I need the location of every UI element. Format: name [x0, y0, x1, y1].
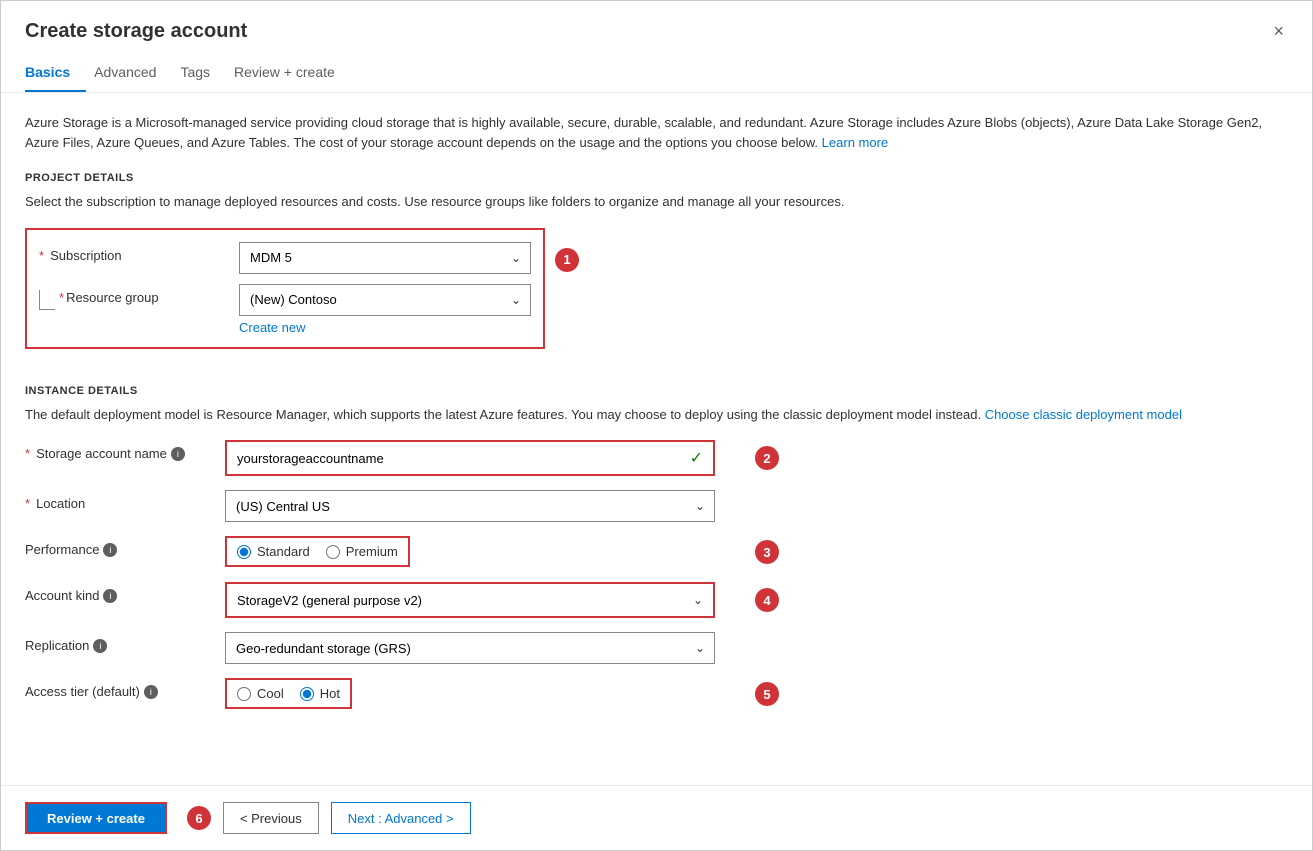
access-tier-hot-option[interactable]: Hot — [300, 686, 340, 701]
access-tier-hot-label: Hot — [320, 686, 340, 701]
tab-bar: Basics Advanced Tags Review + create — [1, 54, 1312, 93]
performance-standard-option[interactable]: Standard — [237, 544, 310, 559]
performance-info-icon: i — [103, 543, 117, 557]
previous-button[interactable]: < Previous — [223, 802, 319, 834]
resource-group-select[interactable]: (New) Contoso — [239, 284, 531, 316]
classic-deployment-link[interactable]: Choose classic deployment model — [985, 407, 1182, 422]
subscription-label: * Subscription — [39, 242, 239, 263]
create-new-link[interactable]: Create new — [239, 320, 305, 335]
project-details-desc: Select the subscription to manage deploy… — [25, 192, 1288, 212]
replication-info-icon: i — [93, 639, 107, 653]
access-tier-info-icon: i — [144, 685, 158, 699]
project-details-title: PROJECT DETAILS — [25, 172, 1288, 184]
access-tier-cool-radio[interactable] — [237, 687, 251, 701]
storage-account-name-label: * Storage account name i — [25, 440, 225, 461]
annotation-5: 5 — [755, 682, 779, 706]
next-button[interactable]: Next : Advanced > — [331, 802, 471, 834]
storage-name-info-icon: i — [171, 447, 185, 461]
annotation-2: 2 — [755, 446, 779, 470]
subscription-select[interactable]: MDM 5 — [239, 242, 531, 274]
tab-basics[interactable]: Basics — [25, 54, 86, 92]
replication-label: Replication i — [25, 632, 225, 653]
tab-review-create[interactable]: Review + create — [234, 54, 351, 92]
access-tier-cool-label: Cool — [257, 686, 284, 701]
location-label: * Location — [25, 490, 225, 511]
learn-more-link[interactable]: Learn more — [822, 135, 888, 150]
performance-premium-option[interactable]: Premium — [326, 544, 398, 559]
access-tier-cool-option[interactable]: Cool — [237, 686, 284, 701]
location-select[interactable]: (US) Central US — [225, 490, 715, 522]
performance-premium-label: Premium — [346, 544, 398, 559]
main-content: Azure Storage is a Microsoft-managed ser… — [1, 93, 1312, 785]
performance-label: Performance i — [25, 536, 225, 557]
annotation-6: 6 — [187, 806, 211, 830]
performance-standard-radio[interactable] — [237, 545, 251, 559]
instance-details-desc: The default deployment model is Resource… — [25, 405, 1288, 425]
access-tier-label: Access tier (default) i — [25, 678, 225, 699]
close-button[interactable]: × — [1269, 17, 1288, 46]
replication-select[interactable]: Geo-redundant storage (GRS) — [225, 632, 715, 664]
performance-premium-radio[interactable] — [326, 545, 340, 559]
tab-tags[interactable]: Tags — [180, 54, 226, 92]
annotation-4: 4 — [755, 588, 779, 612]
annotation-3: 3 — [755, 540, 779, 564]
access-tier-hot-radio[interactable] — [300, 687, 314, 701]
account-kind-select[interactable]: StorageV2 (general purpose v2) — [227, 584, 713, 616]
dialog-title: Create storage account — [25, 20, 247, 43]
account-kind-label: Account kind i — [25, 582, 225, 603]
account-kind-info-icon: i — [103, 589, 117, 603]
footer: Review + create 6 < Previous Next : Adva… — [1, 785, 1312, 850]
annotation-1: 1 — [555, 248, 579, 272]
performance-standard-label: Standard — [257, 544, 310, 559]
storage-description: Azure Storage is a Microsoft-managed ser… — [25, 113, 1288, 152]
instance-details-title: INSTANCE DETAILS — [25, 385, 1288, 397]
resource-group-label: Resource group — [66, 290, 159, 305]
storage-account-name-input[interactable] — [227, 442, 713, 474]
checkmark-icon: ✓ — [690, 448, 703, 468]
tab-advanced[interactable]: Advanced — [94, 54, 172, 92]
review-create-button[interactable]: Review + create — [25, 802, 167, 834]
